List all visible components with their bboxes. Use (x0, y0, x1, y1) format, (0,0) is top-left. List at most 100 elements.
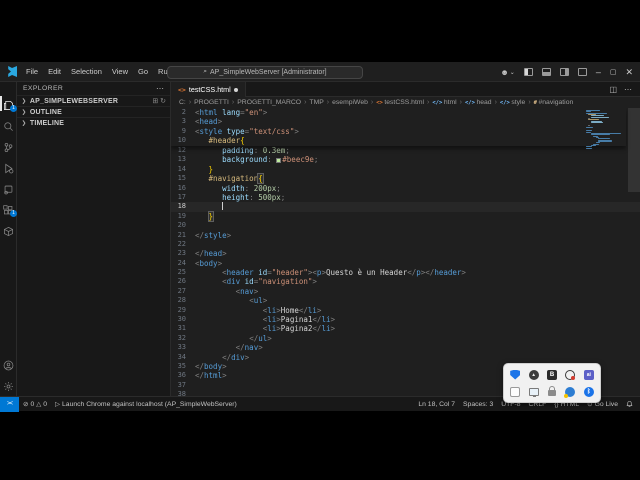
code-line-10[interactable]: 10 #header{ (171, 136, 626, 145)
b-app-icon[interactable]: B (546, 369, 557, 380)
breadcrumb-separator: › (459, 99, 462, 106)
code-line-20[interactable]: 20 (171, 221, 640, 230)
breadcrumb-item[interactable]: esempiWeb (332, 99, 368, 106)
code-line-9[interactable]: 9 <style type="text/css"> (171, 127, 626, 136)
run-debug-icon[interactable] (3, 161, 14, 174)
lock-icon[interactable] (547, 386, 556, 396)
code-line-33[interactable]: 33 </nav> (171, 343, 640, 352)
code-line-12[interactable]: 12 padding: 0.3em; (171, 146, 640, 155)
breadcrumb-item[interactable]: </> style (500, 99, 525, 106)
bluetooth-icon[interactable]: ᛒ (583, 386, 594, 397)
code-line-16[interactable]: 16 width: 200px; (171, 184, 640, 193)
menu-file[interactable]: File (22, 65, 42, 78)
code-area[interactable]: 2 <html lang="en"> 3 <head> 9 <style type="te… (171, 108, 640, 396)
minimize-button[interactable]: – (596, 67, 601, 77)
code-line-19[interactable]: 19 } (171, 210, 640, 222)
code-line-30[interactable]: 30 <li>Pagina1</li> (171, 315, 640, 324)
breadcrumb-item[interactable]: </> html (432, 99, 456, 106)
notifications-bell-icon[interactable] (622, 400, 637, 408)
breadcrumb-item[interactable]: PROGETTI_MARCO (237, 99, 301, 106)
monitor-icon[interactable] (528, 387, 539, 397)
line-number: 29 (177, 305, 186, 314)
code-line-26[interactable]: 26 <div id="navigation"> (171, 277, 640, 286)
sidebar-section-outline[interactable]: ❯ OUTLINE (17, 106, 170, 117)
toggle-secondary-sidebar-icon[interactable] (559, 68, 569, 76)
line-content: </div> (222, 352, 250, 362)
dark-circle-app-icon[interactable]: ▴ (528, 369, 539, 380)
menu-go[interactable]: Go (134, 65, 152, 78)
customize-layout-icon[interactable] (577, 68, 587, 76)
code-line-17[interactable]: 17 height: 500px; (171, 193, 640, 202)
split-editor-icon[interactable]: ◫ (609, 85, 617, 94)
code-line-31[interactable]: 31 <li>Pagina2</li> (171, 324, 640, 333)
breadcrumb-item[interactable]: TMP (309, 99, 323, 106)
code-line-24[interactable]: 24 <body> (171, 259, 640, 268)
menu-edit[interactable]: Edit (44, 65, 65, 78)
search-sidebar-icon[interactable] (3, 119, 14, 131)
code-line-15[interactable]: 15 #navigation{ (171, 173, 640, 185)
line-col-status[interactable]: Ln 18, Col 7 (414, 401, 459, 408)
tab-testcss[interactable]: <> testCSS.html (171, 82, 246, 97)
editor-more-icon[interactable]: ⋯ (624, 85, 632, 94)
breadcrumb-item[interactable]: C: (179, 99, 186, 106)
breadcrumb-item[interactable]: # #navigation (534, 99, 574, 106)
remote-explorer-icon[interactable] (3, 182, 14, 195)
breadcrumb-item[interactable]: PROGETTI (194, 99, 229, 106)
container-cube-icon[interactable] (3, 224, 14, 237)
code-line-23[interactable]: 23 </head> (171, 249, 640, 258)
code-line-13[interactable]: 13 background: #beec9e; (171, 155, 640, 164)
code-line-27[interactable]: 27 <nav> (171, 287, 640, 296)
security-shield-icon[interactable] (510, 369, 521, 380)
code-line-14[interactable]: 14 } (171, 165, 640, 174)
line-number: 32 (177, 333, 186, 342)
restore-button[interactable]: ▢ (610, 68, 617, 77)
breadcrumb-item[interactable]: </> head (465, 99, 492, 106)
problems-status[interactable]: ⊘ 0 △ 0 (19, 400, 51, 409)
code-line-34[interactable]: 34 </div> (171, 353, 640, 362)
code-line-18[interactable]: 18 (171, 202, 640, 212)
code-line-25[interactable]: 25 <header id="header"><p>Questo è un He… (171, 268, 640, 277)
outline-square-icon[interactable] (510, 386, 521, 397)
sticky-scroll[interactable]: 2 <html lang="en"> 3 <head> 9 <style type="te… (171, 108, 626, 146)
section-actions[interactable]: ⊞ ↻ (152, 97, 166, 105)
purple-app-icon[interactable]: ai (583, 369, 594, 380)
breadcrumb-item[interactable]: <> testCSS.html (376, 99, 424, 106)
editor-scrollbar[interactable] (628, 108, 640, 192)
extensions-icon[interactable]: 1 (3, 203, 17, 217)
code-line-22[interactable]: 22 (171, 240, 640, 249)
breadcrumb-separator: › (188, 99, 192, 106)
breadcrumb-separator: › (326, 99, 330, 106)
line-content: } (208, 164, 214, 174)
code-line-2[interactable]: 2 <html lang="en"> (171, 108, 626, 117)
minimap[interactable] (586, 110, 624, 152)
code-line-21[interactable]: 21 </style> (171, 231, 640, 240)
red-swirl-app-icon[interactable] (565, 369, 576, 380)
line-number: 27 (177, 286, 186, 295)
tab-bar: <> testCSS.html ◫ ⋯ (171, 82, 640, 97)
remote-indicator[interactable]: >< (0, 396, 19, 412)
code-lines[interactable]: 12 padding: 0.3em; 13 background: #beec9e… (171, 146, 640, 396)
sidebar-section-ap_simplewebserver[interactable]: ❯ AP_SIMPLEWEBSERVER ⊞ ↻ (17, 95, 170, 106)
editor-group: <> testCSS.html ◫ ⋯ C: › PROGETTI › PROGETTI… (171, 82, 640, 396)
code-line-32[interactable]: 32 </ul> (171, 334, 640, 343)
account-icon[interactable] (3, 358, 14, 371)
modified-dot-icon[interactable] (233, 87, 238, 92)
sidebar-section-timeline[interactable]: ❯ TIMELINE (17, 117, 170, 128)
source-control-icon[interactable] (3, 140, 14, 153)
settings-gear-icon[interactable] (3, 379, 14, 391)
explorer-icon[interactable]: 1 (0, 96, 17, 112)
menu-view[interactable]: View (108, 65, 132, 78)
code-line-3[interactable]: 3 <head> (171, 117, 626, 126)
user-alert-icon[interactable] (564, 386, 576, 398)
command-center-search[interactable]: ⌕ AP_SimpleWebServer [Administrator] (167, 65, 363, 79)
debug-launch-status[interactable]: ▷ Launch Chrome against localhost (AP_Si… (51, 400, 241, 409)
code-line-28[interactable]: 28 <ul> (171, 296, 640, 305)
close-button[interactable]: ✕ (625, 67, 633, 77)
explorer-more-icon[interactable]: ⋯ (156, 84, 164, 93)
indentation-status[interactable]: Spaces: 3 (459, 401, 497, 408)
toggle-sidebar-icon[interactable] (523, 68, 533, 76)
menu-selection[interactable]: Selection (67, 65, 106, 78)
code-line-29[interactable]: 29 <li>Home</li> (171, 306, 640, 315)
toggle-panel-icon[interactable] (541, 68, 551, 76)
copilot-menu-icon[interactable]: ☻ ⌄ (500, 68, 514, 77)
